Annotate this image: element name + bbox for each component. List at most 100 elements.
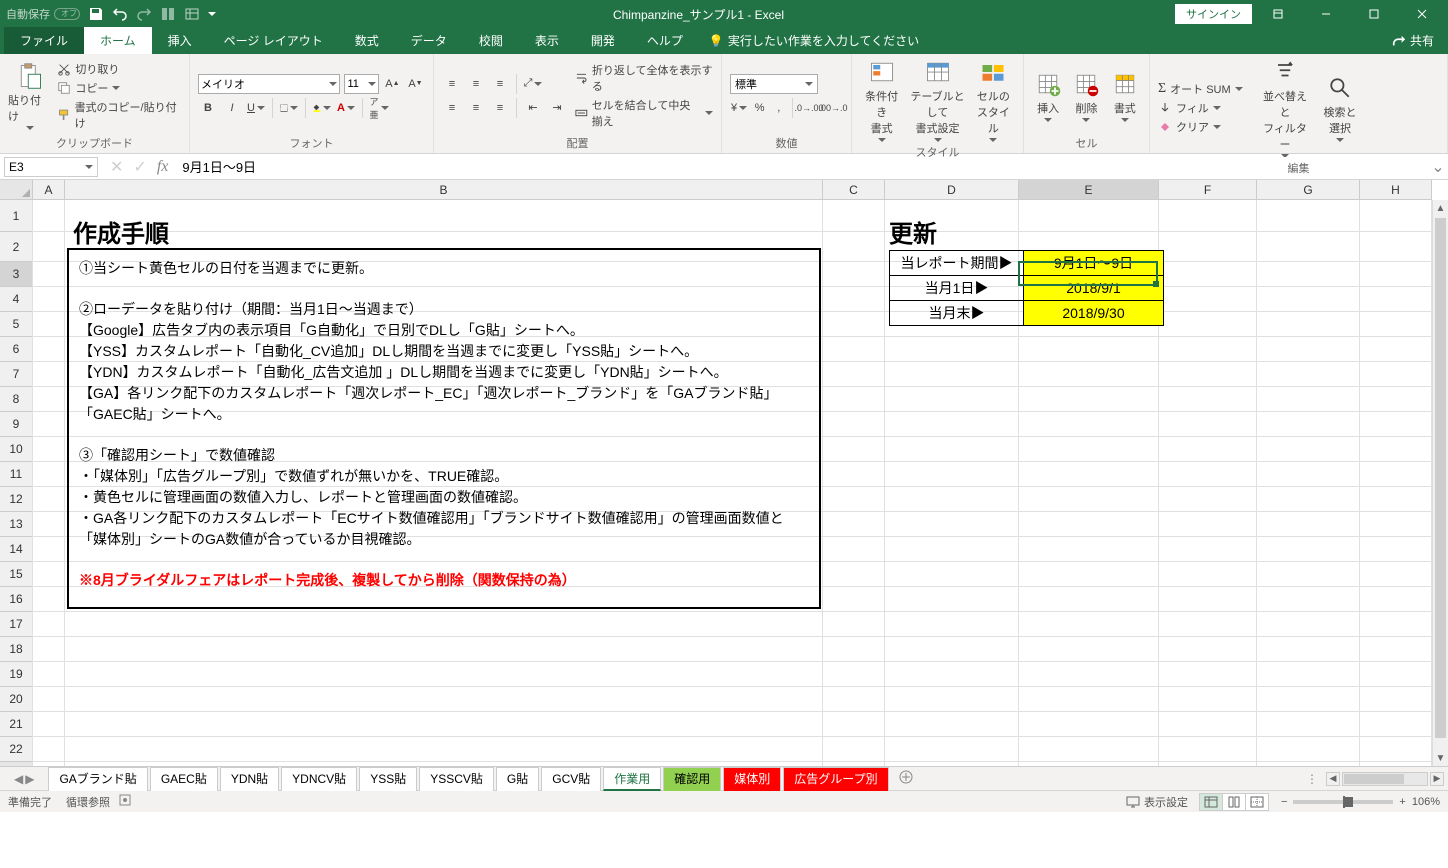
insert-cells-button[interactable]: 挿入: [1032, 70, 1064, 122]
dec-decimal-icon[interactable]: .00→.0: [823, 98, 843, 118]
col-header-D[interactable]: D: [885, 180, 1019, 200]
tab-home[interactable]: ホーム: [84, 27, 152, 54]
clear-button[interactable]: クリア: [1158, 119, 1252, 135]
hscroll-right-icon[interactable]: ▶: [1430, 772, 1444, 786]
col-header-C[interactable]: C: [823, 180, 885, 200]
zoom-level[interactable]: 106%: [1412, 796, 1440, 808]
number-format-combo[interactable]: 標準: [730, 74, 818, 94]
page-layout-view-icon[interactable]: [1222, 793, 1246, 811]
row-header-14[interactable]: 14: [0, 537, 33, 562]
sheet-tab-10[interactable]: 媒体別: [723, 767, 781, 791]
row-header-15[interactable]: 15: [0, 562, 33, 587]
sheet-tab-1[interactable]: GAEC貼: [150, 767, 218, 791]
font-name-combo[interactable]: メイリオ: [198, 74, 340, 94]
col-header-A[interactable]: A: [33, 180, 65, 200]
row-header-12[interactable]: 12: [0, 487, 33, 512]
row-header-1[interactable]: 1: [0, 200, 33, 232]
sheet-tab-11[interactable]: 広告グループ別: [783, 767, 888, 791]
font-color-button[interactable]: A: [336, 98, 356, 118]
percent-icon[interactable]: %: [752, 98, 767, 118]
format-painter-button[interactable]: 書式のコピー/貼り付け: [57, 99, 181, 131]
tab-help[interactable]: ヘルプ: [631, 27, 699, 54]
cond-format-button[interactable]: 条件付き 書式: [860, 58, 903, 142]
row-header-22[interactable]: 22: [0, 737, 33, 762]
vertical-scrollbar[interactable]: ▲ ▼: [1432, 200, 1448, 766]
autosave-toggle[interactable]: [54, 8, 80, 20]
tab-view[interactable]: 表示: [519, 27, 575, 54]
paste-button[interactable]: 貼り付け: [8, 62, 51, 130]
cell-title[interactable]: 作成手順: [73, 214, 169, 249]
undo-icon[interactable]: [112, 6, 128, 22]
col-header-F[interactable]: F: [1159, 180, 1257, 200]
signin-button[interactable]: サインイン: [1175, 4, 1252, 24]
copy-button[interactable]: コピー: [57, 80, 181, 96]
fill-button[interactable]: フィル: [1158, 100, 1252, 116]
display-settings-button[interactable]: 表示設定: [1126, 794, 1188, 810]
tab-review[interactable]: 校閲: [463, 27, 519, 54]
sheet-tab-7[interactable]: GCV貼: [541, 767, 601, 791]
page-break-view-icon[interactable]: [1245, 793, 1269, 811]
format-cells-button[interactable]: 書式: [1109, 70, 1141, 122]
shrink-font-icon[interactable]: A▼: [406, 74, 425, 94]
sheet-tab-2[interactable]: YDN貼: [220, 767, 279, 791]
save-icon[interactable]: [88, 6, 104, 22]
redo-icon[interactable]: [136, 6, 152, 22]
scroll-thumb[interactable]: [1435, 218, 1446, 738]
horizontal-scrollbar[interactable]: [1342, 772, 1428, 786]
status-rec-icon[interactable]: [118, 793, 132, 810]
tab-file[interactable]: ファイル: [4, 27, 84, 54]
sheet-nav-next-icon[interactable]: ▶: [25, 772, 34, 786]
row-header-5[interactable]: 5: [0, 312, 33, 337]
sheet-tab-9[interactable]: 確認用: [663, 767, 721, 791]
indent-inc-icon[interactable]: ⇥: [547, 98, 567, 118]
ribbon-display-icon[interactable]: [1256, 0, 1300, 28]
row-header-17[interactable]: 17: [0, 612, 33, 637]
row-header-8[interactable]: 8: [0, 387, 33, 412]
bold-button[interactable]: B: [198, 98, 218, 118]
col-header-H[interactable]: H: [1360, 180, 1432, 200]
update-table[interactable]: 当レポート期間▶9月1日～9日 当月1日▶2018/9/1 当月末▶2018/9…: [889, 250, 1164, 326]
border-button[interactable]: [279, 98, 299, 118]
sheet-tab-0[interactable]: GAブランド貼: [48, 767, 147, 791]
col-header-E[interactable]: E: [1019, 180, 1159, 200]
qat-icon-1[interactable]: [160, 6, 176, 22]
enter-formula-icon[interactable]: ✓: [133, 157, 146, 177]
normal-view-icon[interactable]: [1199, 793, 1223, 811]
tab-data[interactable]: データ: [395, 27, 463, 54]
name-box[interactable]: E3: [4, 157, 98, 177]
row-header-19[interactable]: 19: [0, 662, 33, 687]
delete-cells-button[interactable]: 削除: [1070, 70, 1102, 122]
maximize-icon[interactable]: [1352, 0, 1396, 28]
row-header-20[interactable]: 20: [0, 687, 33, 712]
fill-color-button[interactable]: [312, 98, 332, 118]
row-header-10[interactable]: 10: [0, 437, 33, 462]
instruction-box[interactable]: ①当シート黄色セルの日付を当週までに更新。 ②ローデータを貼り付け（期間：当月1…: [67, 248, 821, 609]
row-header-9[interactable]: 9: [0, 412, 33, 437]
orientation-icon[interactable]: ⤢: [523, 74, 543, 94]
hscroll-left-icon[interactable]: ◀: [1326, 772, 1340, 786]
align-middle-icon[interactable]: ≡: [466, 74, 486, 94]
find-select-button[interactable]: 検索と 選択: [1318, 74, 1362, 142]
add-sheet-button[interactable]: [891, 770, 921, 787]
tellme-input[interactable]: 💡実行したい作業を入力してください: [699, 27, 929, 54]
tab-formulas[interactable]: 数式: [339, 27, 395, 54]
row-header-6[interactable]: 6: [0, 337, 33, 362]
row-header-11[interactable]: 11: [0, 462, 33, 487]
sheet-tab-5[interactable]: YSSCV貼: [419, 767, 494, 791]
col-header-B[interactable]: B: [65, 180, 823, 200]
row-header-13[interactable]: 13: [0, 512, 33, 537]
zoom-out-button[interactable]: −: [1281, 796, 1287, 808]
zoom-in-button[interactable]: +: [1399, 796, 1405, 808]
qat-icon-2[interactable]: [184, 6, 200, 22]
scroll-down-icon[interactable]: ▼: [1433, 750, 1448, 766]
select-all-corner[interactable]: [0, 180, 33, 200]
qat-customize-icon[interactable]: [208, 12, 216, 16]
sheet-tab-6[interactable]: G貼: [496, 767, 539, 791]
col-header-G[interactable]: G: [1257, 180, 1360, 200]
align-bottom-icon[interactable]: ≡: [490, 74, 510, 94]
wrap-text-button[interactable]: 折り返して全体を表示する: [575, 62, 713, 94]
row-header-21[interactable]: 21: [0, 712, 33, 737]
row-header-2[interactable]: 2: [0, 232, 33, 262]
accounting-icon[interactable]: ¥: [730, 98, 748, 118]
autosum-button[interactable]: Σオート SUM: [1158, 81, 1252, 97]
